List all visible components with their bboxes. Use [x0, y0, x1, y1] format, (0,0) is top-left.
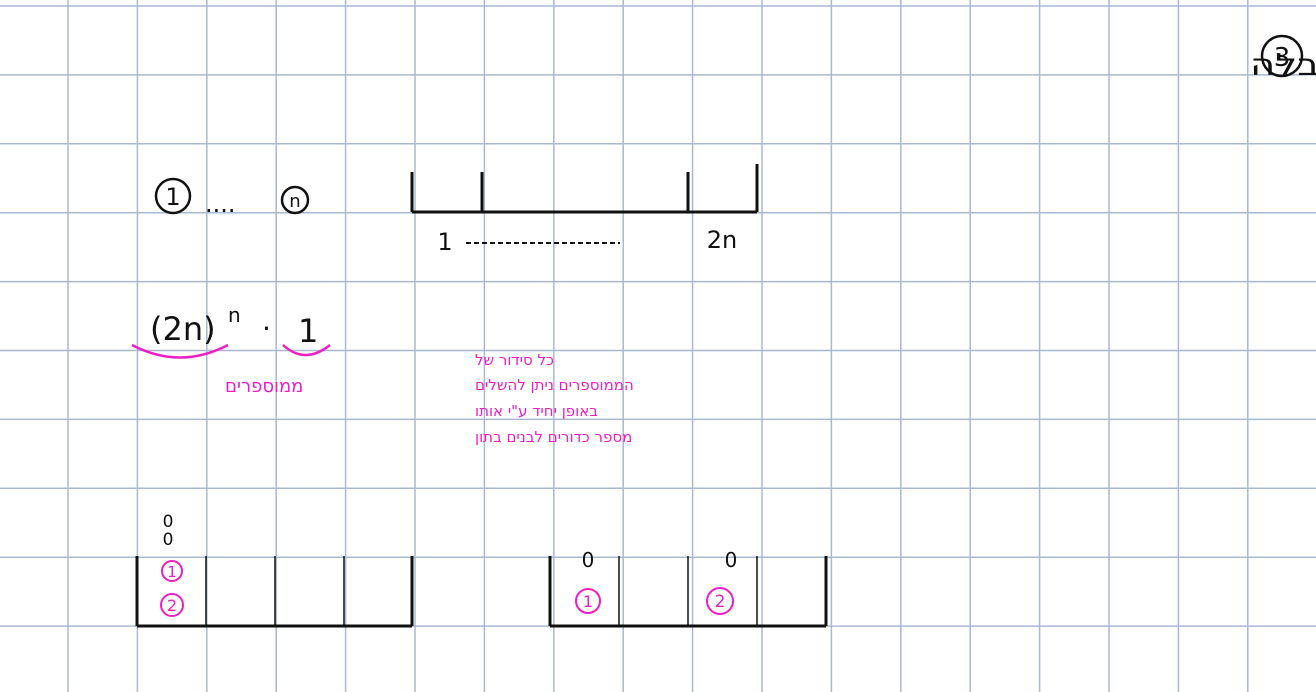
note-line: כל סידור של	[475, 351, 554, 369]
formula-base: (2n)	[150, 310, 216, 348]
ball-last: n	[289, 191, 300, 212]
notebook-page: 3 מספר האפשרויות לחלק n כדורים ממוספרים …	[0, 0, 1316, 692]
formula-exponent: n	[228, 303, 241, 327]
formula-factor: 1	[298, 312, 318, 350]
example-left-cells	[135, 556, 414, 628]
formula-dot: ·	[262, 312, 271, 345]
white-ball: 0	[163, 512, 174, 532]
ellipsis: ....	[205, 190, 236, 218]
note-line: מספר כדורים לבנים בתון	[475, 428, 632, 446]
numbered-ball: 2	[167, 596, 177, 615]
title: 3 מספר האפשרויות לחלק n כדורים ממוספרים …	[1250, 34, 1316, 83]
white-ball: 0	[163, 530, 174, 550]
note-line: באופן יחיד ע"י אותו	[475, 402, 598, 420]
white-ball: 0	[725, 548, 738, 572]
numbered-ball: 1	[167, 563, 177, 581]
note-line: הממוספרים ניתן להשלים	[475, 376, 634, 394]
cell-end-label: 2n	[707, 226, 737, 254]
ball-first: 1	[165, 183, 180, 211]
numbered-label: ממוספרים	[225, 376, 303, 397]
numbered-ball: 1	[583, 592, 593, 611]
white-ball: 0	[582, 548, 595, 572]
numbered-ball: 2	[715, 592, 726, 612]
title-text: מספר האפשרויות לחלק n כדורים ממוספרים ל-…	[1250, 48, 1316, 83]
cells-line	[410, 164, 759, 244]
cell-start-label: 1	[437, 228, 452, 256]
